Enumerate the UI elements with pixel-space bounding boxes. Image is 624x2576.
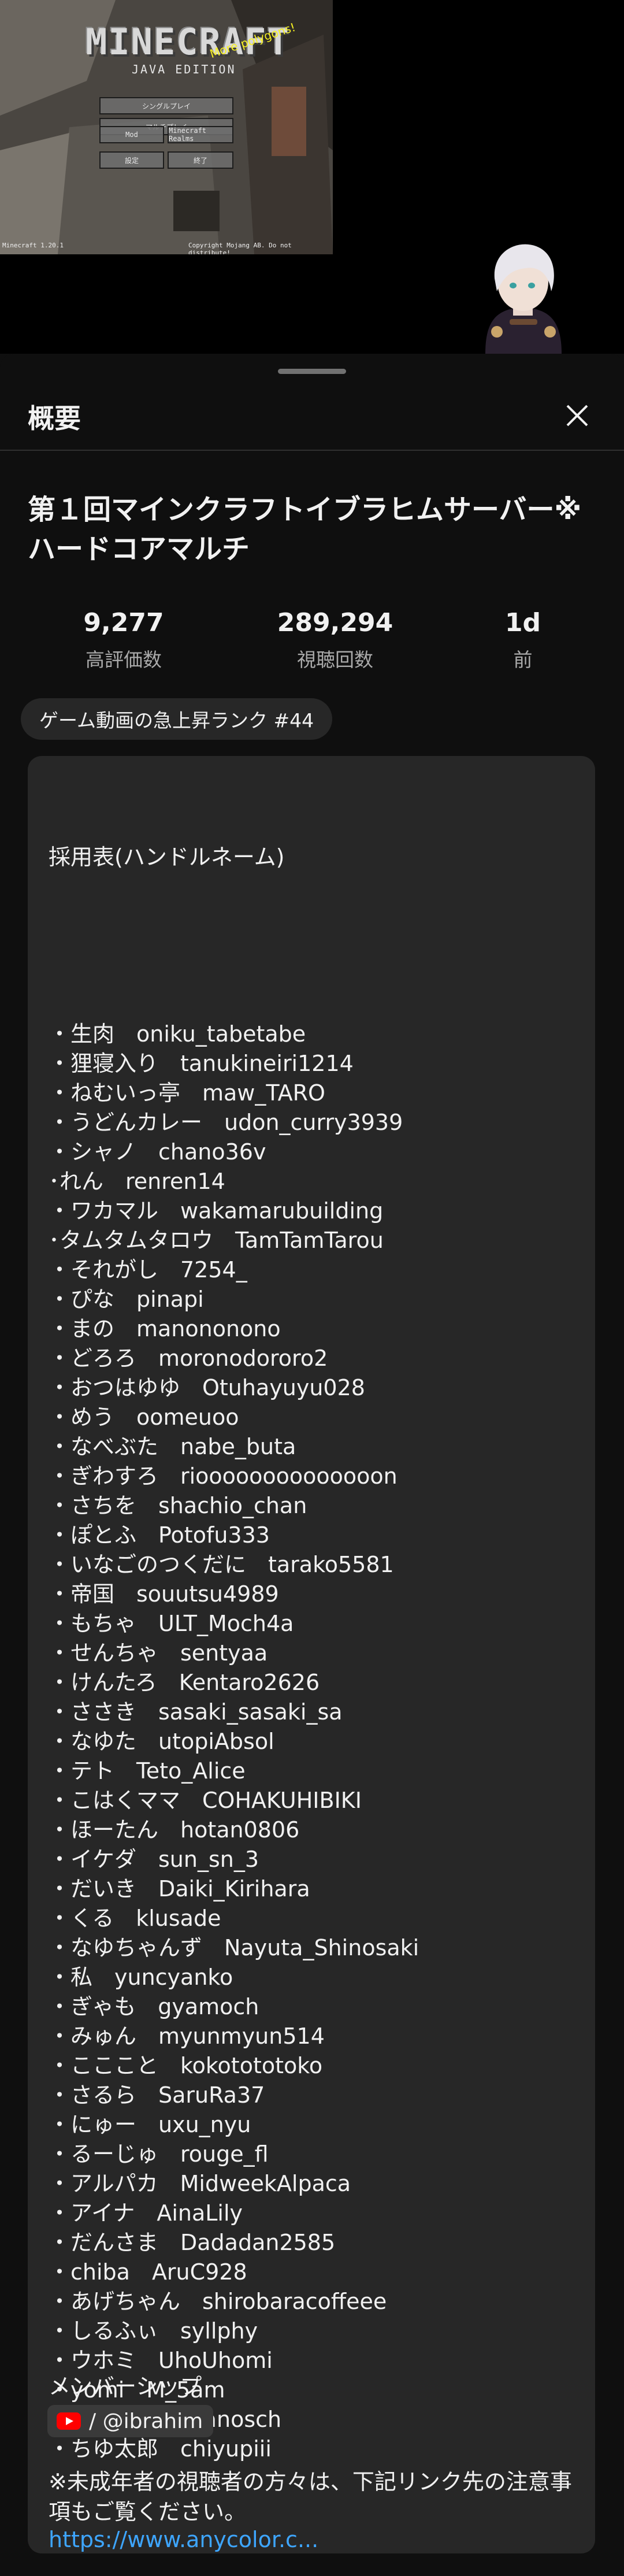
stat-value: 289,294 [277, 608, 393, 637]
member-list-item: ・こここと kokotototoko [49, 2053, 323, 2078]
membership-handle: / @ibrahim [89, 2409, 203, 2433]
member-list-item: ・せんちゃ sentyaa [49, 1640, 268, 1666]
member-list-item: ・狸寝入り tanukineiri1214 [49, 1051, 354, 1076]
member-list-item: ・帝国 souutsu4989 [49, 1581, 279, 1607]
trending-rank-chip[interactable]: ゲーム動画の急上昇ランク #44 [21, 698, 333, 740]
member-list-item: ・くる klusade [49, 1906, 221, 1931]
member-list-item: ・ぎゃも gyamoch [49, 1994, 259, 2019]
description-text: 採用表(ハンドルネーム) ・生肉 oniku_tabetabe ・狸寝入り tan… [49, 784, 580, 2523]
vtuber-avatar [485, 244, 562, 354]
close-button[interactable] [562, 400, 593, 431]
membership-label: メンバーシップ [49, 2374, 202, 2399]
member-list-item: ・だんさま Dadadan2585 [49, 2230, 336, 2255]
member-list-item: ・ほーたん hotan0806 [49, 1817, 300, 1843]
member-list-item: ・ささき sasaki_sasaki_sa [49, 1699, 343, 1725]
member-list-item: ・どろろ moronodororo2 [49, 1346, 328, 1371]
member-list: ・生肉 oniku_tabetabe ・狸寝入り tanukineiri1214 ・… [49, 1020, 580, 2464]
membership-channel-link[interactable]: / @ibrahim [47, 2405, 214, 2437]
member-list-item: ・うどんカレー udon_curry3939 [49, 1110, 403, 1135]
menu-button: Mod [99, 126, 164, 143]
member-list-item: ・もちゃ ULT_Moch4a [49, 1611, 294, 1636]
menu-button: 終了 [168, 151, 233, 169]
game-version: Minecraft 1.20.1 [2, 242, 64, 249]
member-list-item: ・なべぶた nabe_buta [49, 1434, 296, 1459]
stat-likes: 9,277 高評価数 [60, 608, 187, 672]
member-list-item: ・めう oomeuoo [49, 1404, 239, 1430]
youtube-icon [57, 2412, 81, 2430]
stat-value: 9,277 [83, 608, 164, 637]
member-list-item: ・こはくママ COHAKUHIBIKI [49, 1788, 362, 1813]
member-list-item: ・あげちゃん shirobaracoffeee [49, 2289, 387, 2314]
member-list-item: ・アイナ AinaLily [49, 2200, 243, 2226]
drag-handle[interactable] [278, 369, 346, 374]
minor-viewer-note: ※未成年者の視聴者の方々は、下記リンク先の注意事項もご覧ください。 [49, 2469, 572, 2525]
member-list-item: ・ワカマル wakamarubuilding [49, 1198, 384, 1224]
member-list-item: ・アルパカ MidweekAlpaca [49, 2171, 351, 2196]
member-list-item: ・ぎわすろ rioooooooooooooon [49, 1463, 398, 1489]
stat-label: 前 [513, 648, 533, 671]
description-heading: 採用表(ハンドルネーム) [49, 844, 285, 870]
video-player[interactable]: MINECRAFT JAVA EDITION More polygons! シン… [0, 0, 624, 354]
member-list-item: ・シャノ chano36v [49, 1139, 266, 1165]
member-list-item: ・にゅー uxu_nyu [49, 2112, 251, 2137]
menu-button: シングルプレイ [99, 97, 233, 114]
member-list-item: ・まの manononono [49, 1316, 281, 1341]
member-list-item: ・それがし 7254_ [49, 1257, 247, 1283]
member-list-item: ・なゆた utopiAbsol [49, 1729, 274, 1754]
member-list-item: ・生肉 oniku_tabetabe [49, 1021, 306, 1047]
member-list-item: ・テト Teto_Alice [49, 1758, 246, 1784]
member-list-item: ･タムタムタロウ TamTamTarou [49, 1228, 384, 1253]
member-list-item: ・けんたろ Kentaro2626 [49, 1670, 320, 1695]
member-list-item: ・イケダ sun_sn_3 [49, 1847, 259, 1872]
member-list-item: ・いなごのつくだに tarako5581 [49, 1552, 394, 1577]
menu-button: Minecraft Realms [168, 126, 233, 143]
header-divider [0, 450, 624, 451]
member-list-item: ・さちを shachio_chan [49, 1493, 307, 1518]
member-list-item: ・ねむいっ亭 maw_TARO [49, 1080, 325, 1106]
stat-views: 289,294 視聴回数 [254, 608, 416, 672]
member-list-item: ･れん renren14 [49, 1169, 225, 1194]
stat-label: 視聴回数 [297, 648, 373, 671]
member-list-item: ・私 yuncyanko [49, 1965, 233, 1990]
member-list-item: ・るーじゅ rouge_fl [49, 2141, 269, 2167]
member-list-item: ・ぴな pinapi [49, 1287, 204, 1312]
member-list-item: ・しるふぃ syllphy [49, 2318, 258, 2344]
video-title: 第１回マインクラフトイブラヒムサーバー※ハードコアマルチ [28, 494, 582, 565]
stat-label: 高評価数 [86, 648, 162, 671]
member-list-item: ・みゅん myunmyun514 [49, 2023, 325, 2049]
sheet-title: 概要 [28, 403, 81, 434]
stat-value: 1d [504, 608, 541, 637]
video-frame[interactable]: MINECRAFT JAVA EDITION More polygons! シン… [0, 0, 333, 254]
game-edition: JAVA EDITION [132, 62, 236, 76]
member-list-item: ・chiba AruC928 [49, 2259, 247, 2285]
member-list-item: ・おつはゆゆ Otuhayuyu028 [49, 1375, 365, 1400]
member-list-item: ・ぽとふ Potofu333 [49, 1522, 270, 1548]
game-copyright: Copyright Mojang AB. Do not distribute! [188, 242, 292, 254]
member-list-item: ・ちゆ太郎 chiyupiii [49, 2436, 272, 2462]
anycolor-link[interactable]: https://www.anycolor.c... [49, 2527, 318, 2552]
description-box: 採用表(ハンドルネーム) ・生肉 oniku_tabetabe ・狸寝入り tan… [28, 756, 595, 2553]
member-list-item: ・なゆちゃんず Nayuta_Shinosaki [49, 1935, 419, 1960]
description-sheet: 概要 第１回マインクラフトイブラヒムサーバー※ハードコアマルチ 9,277 高評… [0, 354, 624, 2576]
member-list-item: ・さるら SaruRa37 [49, 2082, 265, 2108]
close-icon [566, 405, 588, 427]
menu-button: 設定 [99, 151, 164, 169]
member-list-item: ・だいき Daiki_Kirihara [49, 1876, 310, 1902]
stat-age: 1d 前 [485, 608, 560, 672]
